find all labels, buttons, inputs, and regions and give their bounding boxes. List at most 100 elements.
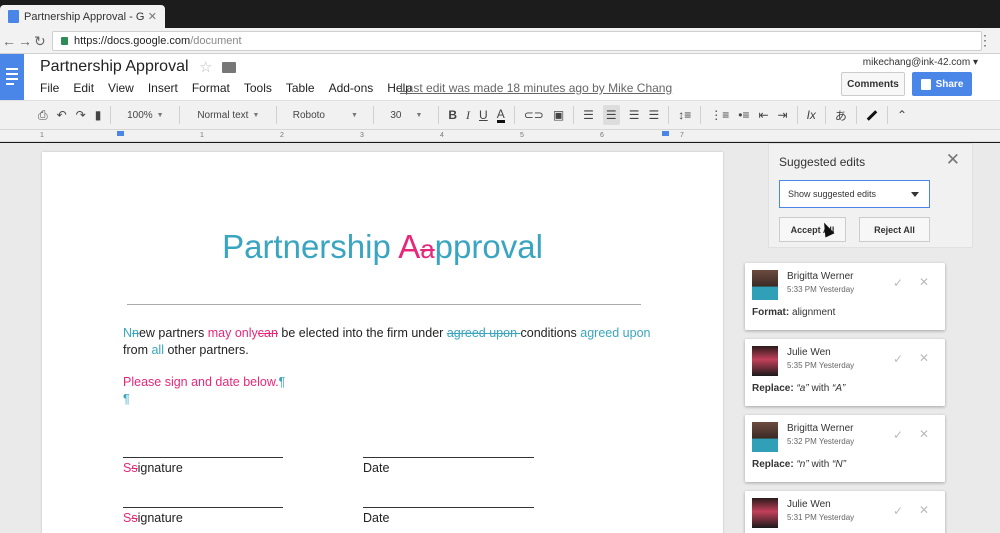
accept-suggestion-icon[interactable]: ✓ xyxy=(893,352,903,366)
tab-title: Partnership Approval - Google xyxy=(24,10,144,23)
dropdown-arrow-icon xyxy=(911,192,919,197)
align-justify-icon[interactable]: ☰ xyxy=(648,105,659,125)
forward-icon[interactable]: → xyxy=(18,33,32,49)
avatar xyxy=(752,498,778,528)
undo-icon[interactable]: ↶ xyxy=(57,105,67,125)
signature-line-1 xyxy=(123,457,283,458)
date-label-2: Date xyxy=(363,511,390,525)
text-color-button[interactable]: A xyxy=(496,107,505,123)
docs-favicon-icon xyxy=(8,10,19,23)
numbered-list-icon[interactable]: ⋮≡ xyxy=(710,105,729,125)
signature-line-2 xyxy=(123,507,283,508)
url-host: https://docs.google.com xyxy=(74,35,191,47)
avatar xyxy=(752,346,778,376)
accept-suggestion-icon[interactable]: ✓ xyxy=(893,428,903,442)
comments-button[interactable]: Comments xyxy=(841,72,905,96)
reject-suggestion-icon[interactable]: ✕ xyxy=(919,427,929,441)
menu-table[interactable]: Table xyxy=(286,81,315,95)
style-select[interactable]: Normal text ▼ xyxy=(189,105,267,125)
docs-home-icon[interactable] xyxy=(0,54,24,100)
signature-label-2: Ssignature xyxy=(123,511,183,525)
left-indent-marker[interactable] xyxy=(117,131,124,136)
date-line-2 xyxy=(363,507,534,508)
avatar xyxy=(752,270,778,300)
share-lock-icon xyxy=(920,78,931,90)
signature-label-1: Ssignature xyxy=(123,461,183,475)
bulleted-list-icon[interactable]: •≡ xyxy=(738,105,749,125)
font-select[interactable]: Roboto ▼ xyxy=(286,105,364,125)
print-icon[interactable]: ⎙ xyxy=(38,105,48,125)
redo-icon[interactable]: ↷ xyxy=(76,105,86,125)
decrease-indent-icon[interactable]: ⇤ xyxy=(758,105,768,125)
suggestion-description: Format: alignment xyxy=(752,307,836,318)
address-bar[interactable]: https://docs.google.com/document xyxy=(52,31,982,51)
folder-icon[interactable] xyxy=(222,62,236,73)
accept-suggestion-icon[interactable]: ✓ xyxy=(893,504,903,518)
browser-menu-icon[interactable]: ⋮ xyxy=(978,32,992,49)
reject-suggestion-icon[interactable]: ✕ xyxy=(919,275,929,289)
font-size-select[interactable]: 30 ▼ xyxy=(383,105,429,125)
document-title[interactable]: Partnership Approval xyxy=(40,58,189,76)
close-icon[interactable]: ✕ xyxy=(946,150,960,170)
panel-title: Suggested edits xyxy=(779,155,866,169)
reject-suggestion-icon[interactable]: ✕ xyxy=(919,503,929,517)
align-center-icon[interactable]: ☰ xyxy=(602,105,620,125)
paragraph-new-partners: Nnew partners may onlycan be elected int… xyxy=(123,326,651,357)
menu-format[interactable]: Format xyxy=(192,81,230,95)
document-page[interactable]: Partnership Aapproval Nnew partners may … xyxy=(42,152,723,533)
date-line-1 xyxy=(363,457,534,458)
collapse-toolbar-icon[interactable]: ⌃ xyxy=(897,105,907,125)
right-indent-marker[interactable] xyxy=(662,131,669,136)
comment-icon[interactable]: ▣ xyxy=(553,105,564,125)
menu-insert[interactable]: Insert xyxy=(148,81,178,95)
increase-indent-icon[interactable]: ⇥ xyxy=(778,105,788,125)
suggested-edits-dropdown[interactable]: Show suggested edits xyxy=(779,180,930,208)
menu-addons[interactable]: Add-ons xyxy=(329,81,374,95)
reject-suggestion-icon[interactable]: ✕ xyxy=(919,351,929,365)
document-heading: Partnership Aapproval xyxy=(222,228,543,265)
menu-view[interactable]: View xyxy=(108,81,134,95)
suggestion-card[interactable]: Julie Wen 5:31 PM Yesterday ✓ ✕ xyxy=(745,491,945,533)
editing-mode-icon[interactable] xyxy=(866,105,878,125)
align-right-icon[interactable]: ☰ xyxy=(629,105,640,125)
bold-button[interactable]: B xyxy=(448,105,457,125)
suggestion-card[interactable]: Julie Wen 5:35 PM Yesterday ✓ ✕ Replace:… xyxy=(745,339,945,406)
align-left-icon[interactable]: ☰ xyxy=(583,105,594,125)
accept-all-button[interactable]: Accept All xyxy=(779,217,846,242)
italic-button[interactable]: I xyxy=(466,105,470,125)
link-icon[interactable]: ⊂⊃ xyxy=(524,105,544,125)
date-label-1: Date xyxy=(363,461,390,475)
accept-suggestion-icon[interactable]: ✓ xyxy=(893,276,903,290)
reload-icon[interactable]: ↻ xyxy=(34,33,46,49)
lock-icon xyxy=(61,37,68,45)
back-icon[interactable]: ← xyxy=(2,33,16,49)
suggestion-card[interactable]: Brigitta Werner 5:33 PM Yesterday ✓ ✕ Fo… xyxy=(745,263,945,330)
paint-format-icon[interactable]: ▮ xyxy=(95,105,102,125)
url-path: /document xyxy=(190,35,242,47)
browser-tab-strip: Partnership Approval - Google ✕ xyxy=(0,0,1000,28)
reject-all-button[interactable]: Reject All xyxy=(859,217,930,242)
zoom-select[interactable]: 100% ▼ xyxy=(120,105,170,125)
avatar xyxy=(752,422,778,452)
user-email[interactable]: mikechang@ink-42.com ▾ xyxy=(863,57,978,68)
star-icon[interactable]: ☆ xyxy=(199,58,212,76)
share-button[interactable]: Share xyxy=(912,72,972,96)
formatting-toolbar: ⎙ ↶ ↷ ▮ 100% ▼ Normal text ▼ Roboto ▼ 30 ▼ B… xyxy=(0,100,1000,130)
input-tools-icon[interactable]: あ xyxy=(835,105,847,125)
suggestion-card[interactable]: Brigitta Werner 5:32 PM Yesterday ✓ ✕ Re… xyxy=(745,415,945,482)
menu-tools[interactable]: Tools xyxy=(244,81,272,95)
screen: Partnership Approval - Google ✕ ← → ↻ ht… xyxy=(0,0,1000,533)
line-spacing-icon[interactable]: ↕≡ xyxy=(678,105,691,125)
ruler[interactable]: 1 1 2 3 4 5 6 7 xyxy=(0,130,1000,142)
suggested-edits-panel: Suggested edits ✕ Show suggested edits A… xyxy=(768,143,973,248)
clear-formatting-icon[interactable]: Ix xyxy=(807,105,816,125)
menu-edit[interactable]: Edit xyxy=(73,81,94,95)
last-edit-link[interactable]: Last edit was made 18 minutes ago by Mik… xyxy=(400,81,672,95)
close-tab-icon[interactable]: ✕ xyxy=(148,10,157,23)
underline-button[interactable]: U xyxy=(479,105,488,125)
docs-header: Partnership Approval ☆ File Edit View In… xyxy=(0,54,1000,100)
empty-paragraph: ¶ xyxy=(123,392,130,406)
menu-file[interactable]: File xyxy=(40,81,59,95)
browser-tab[interactable]: Partnership Approval - Google ✕ xyxy=(0,5,165,28)
horizontal-rule xyxy=(127,304,641,305)
